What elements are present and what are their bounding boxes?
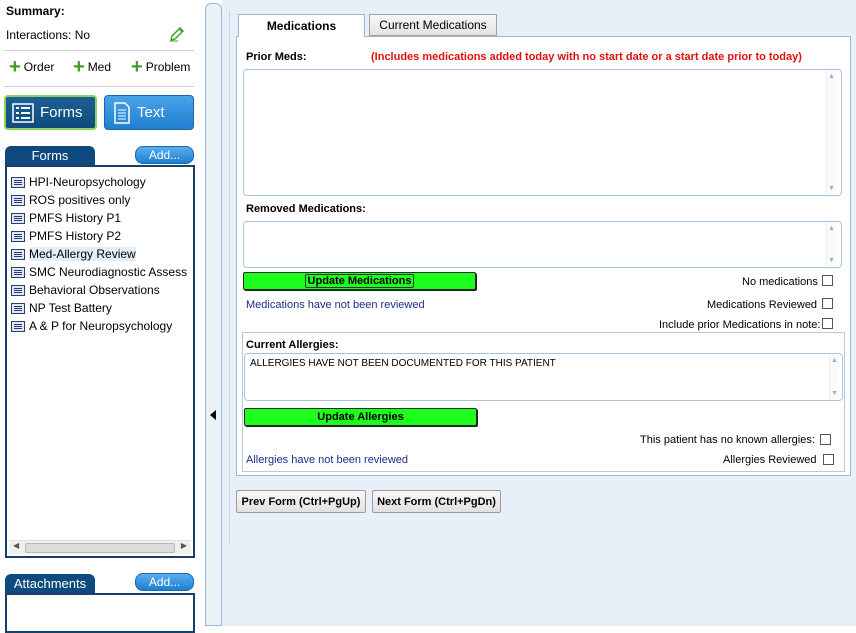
forms-view-button[interactable]: Forms <box>4 95 97 130</box>
edit-pencil-icon[interactable] <box>168 25 186 43</box>
list-item-label: PMFS History P2 <box>29 229 122 243</box>
prior-meds-label: Prior Meds: <box>246 51 307 63</box>
no-medications-checkbox[interactable] <box>822 275 833 286</box>
list-item[interactable]: Med-Allergy Review <box>7 245 193 263</box>
list-item[interactable]: PMFS History P2 <box>7 227 193 245</box>
list-item-label: A & P for Neuropsychology <box>29 319 173 333</box>
document-icon <box>114 101 130 124</box>
scrollbar-thumb[interactable] <box>25 543 175 553</box>
prev-form-button[interactable]: Prev Form (Ctrl+PgUp) <box>236 490 366 513</box>
form-icon <box>11 320 25 332</box>
add-med-label: Med <box>87 60 112 74</box>
meds-reviewed-checkbox[interactable] <box>822 298 833 309</box>
prior-meds-note: (Includes medications added today with n… <box>371 51 802 63</box>
include-prior-meds-checkbox[interactable] <box>822 318 833 329</box>
scroll-up-icon[interactable]: ▲ <box>828 225 835 232</box>
allergies-review-status: Allergies have not been reviewed <box>246 454 409 466</box>
scroll-down-icon[interactable]: ▼ <box>828 257 835 264</box>
scroll-right-icon[interactable]: ▶ <box>181 541 187 550</box>
list-icon <box>12 102 34 123</box>
add-problem-label: Problem <box>145 60 191 74</box>
update-medications-button[interactable]: Update Medications <box>243 272 476 290</box>
list-item[interactable]: Behavioral Observations <box>7 281 193 299</box>
add-order-label: Order <box>23 60 55 74</box>
forms-header: Forms <box>5 146 95 165</box>
scroll-up-icon[interactable]: ▲ <box>831 357 838 364</box>
form-icon <box>11 248 25 260</box>
add-form-button[interactable]: Add... <box>135 146 194 164</box>
list-item[interactable]: NP Test Battery <box>7 299 193 317</box>
panel-border <box>229 10 230 545</box>
forms-list: HPI-Neuropsychology ROS positives only PMF… <box>5 165 195 558</box>
plus-icon: + <box>73 56 85 78</box>
meds-review-status: Medications have not been reviewed <box>246 299 425 311</box>
divider <box>4 50 194 51</box>
vertical-scrollbar[interactable]: ▲ ▼ <box>826 223 836 266</box>
allergies-reviewed-label: Allergies Reviewed <box>723 454 817 466</box>
form-icon <box>11 230 25 242</box>
removed-meds-textarea[interactable] <box>243 221 842 268</box>
list-item[interactable]: PMFS History P1 <box>7 209 193 227</box>
list-item-label: ROS positives only <box>29 193 131 207</box>
plus-icon: + <box>131 56 143 78</box>
list-item[interactable]: ROS positives only <box>7 191 193 209</box>
scroll-left-icon[interactable]: ◀ <box>13 541 19 550</box>
right-panel: Medications Current Medications Prior Me… <box>222 0 856 626</box>
plus-icon: + <box>9 56 21 78</box>
list-item[interactable]: HPI-Neuropsychology <box>7 173 193 191</box>
collapse-arrow-icon[interactable] <box>210 410 216 420</box>
next-form-button[interactable]: Next Form (Ctrl+PgDn) <box>372 490 501 513</box>
allergies-reviewed-checkbox[interactable] <box>823 454 834 465</box>
allergies-group: Current Allergies: ALLERGIES HAVE NOT BE… <box>242 332 845 472</box>
meds-reviewed-label: Medications Reviewed <box>707 299 818 311</box>
scroll-up-icon[interactable]: ▲ <box>828 73 835 80</box>
update-medications-label: Update Medications <box>304 274 415 288</box>
list-item[interactable]: A & P for Neuropsychology <box>7 317 193 335</box>
form-icon <box>11 212 25 224</box>
vertical-scrollbar[interactable]: ▲ ▼ <box>826 71 836 194</box>
add-attachment-button[interactable]: Add... <box>135 573 194 591</box>
divider <box>4 86 194 87</box>
scroll-down-icon[interactable]: ▼ <box>828 185 835 192</box>
list-item-label: HPI-Neuropsychology <box>29 175 146 189</box>
list-item-label: PMFS History P1 <box>29 211 122 225</box>
allergies-textarea[interactable]: ALLERGIES HAVE NOT BEEN DOCUMENTED FOR T… <box>244 353 843 401</box>
tab-medications[interactable]: Medications <box>238 14 365 37</box>
prior-meds-textarea[interactable] <box>243 69 842 196</box>
summary-title: Summary: <box>6 4 65 18</box>
tab-current-medications[interactable]: Current Medications <box>369 14 497 36</box>
include-prior-meds-label: Include prior Medications in note: <box>659 319 821 331</box>
current-allergies-label: Current Allergies: <box>246 339 339 351</box>
text-view-button[interactable]: Text <box>104 95 194 130</box>
add-problem-button[interactable]: + Problem <box>131 56 191 78</box>
no-known-allergies-label: This patient has no known allergies: <box>640 434 815 446</box>
add-med-button[interactable]: + Med <box>73 56 112 78</box>
list-item-label: NP Test Battery <box>29 301 112 315</box>
add-order-button[interactable]: + Order <box>9 56 55 78</box>
horizontal-scrollbar[interactable]: ◀ ▶ <box>9 540 191 554</box>
interactions-status: Interactions: No <box>6 28 91 42</box>
removed-meds-label: Removed Medications: <box>246 203 366 215</box>
vertical-scrollbar[interactable]: ▲ ▼ <box>829 355 839 399</box>
attachments-header: Attachments <box>5 574 95 593</box>
no-medications-label: No medications <box>742 276 818 288</box>
text-view-label: Text <box>137 104 165 121</box>
attachments-list <box>5 593 195 633</box>
panel-splitter[interactable] <box>205 3 222 626</box>
left-panel: Summary: Interactions: No + Order + Med … <box>0 0 200 633</box>
form-icon <box>11 284 25 296</box>
form-icon <box>11 176 25 188</box>
list-item-label: Med-Allergy Review <box>29 247 136 261</box>
no-known-allergies-checkbox[interactable] <box>820 434 831 445</box>
list-item-label: SMC Neurodiagnostic Assess <box>29 265 188 279</box>
list-item[interactable]: SMC Neurodiagnostic Assess <box>7 263 193 281</box>
form-icon <box>11 194 25 206</box>
scroll-down-icon[interactable]: ▼ <box>831 390 838 397</box>
form-icon <box>11 302 25 314</box>
forms-view-label: Forms <box>40 104 83 121</box>
list-item-label: Behavioral Observations <box>29 283 160 297</box>
update-allergies-button[interactable]: Update Allergies <box>244 408 477 426</box>
form-icon <box>11 266 25 278</box>
